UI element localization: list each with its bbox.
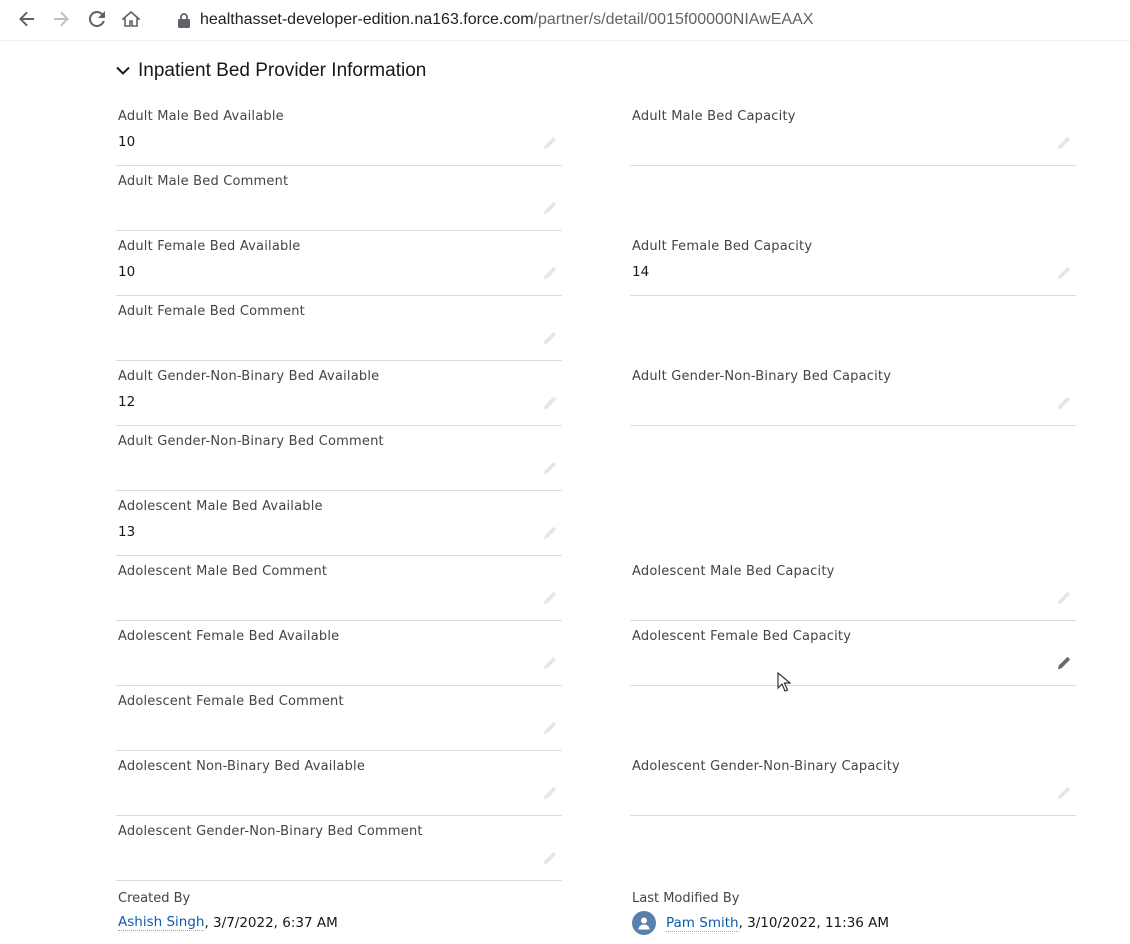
reload-icon xyxy=(89,11,105,27)
lock-icon xyxy=(178,12,190,28)
field-adult-male-capacity: Adult Male Bed Capacity xyxy=(630,109,1076,166)
section-title: Inpatient Bed Provider Information xyxy=(138,60,427,81)
field-label: Adolescent Female Bed Capacity xyxy=(632,629,852,644)
modified-by-user-link[interactable]: Pam Smith xyxy=(666,915,739,932)
field-adol-nb-available: Adolescent Non-Binary Bed Available xyxy=(116,759,562,816)
created-by-value: Ashish Singh , 3/7/2022, 6:37 AM xyxy=(118,914,338,931)
field-value: 10 xyxy=(118,264,136,280)
field-label: Adolescent Gender-Non-Binary Capacity xyxy=(632,759,900,774)
pencil-icon[interactable] xyxy=(542,655,558,671)
field-adult-female-comment: Adult Female Bed Comment xyxy=(116,304,562,361)
field-label: Adolescent Male Bed Comment xyxy=(118,564,328,579)
field-label: Adolescent Male Bed Available xyxy=(118,499,323,514)
pencil-icon[interactable] xyxy=(1056,395,1072,411)
field-label: Adult Male Bed Capacity xyxy=(632,109,796,124)
mouse-cursor-icon xyxy=(777,672,791,692)
field-adult-male-comment: Adult Male Bed Comment xyxy=(116,174,562,231)
field-adol-male-capacity: Adolescent Male Bed Capacity xyxy=(630,564,1076,621)
field-label: Adolescent Female Bed Comment xyxy=(118,694,344,709)
field-label: Adult Male Bed Available xyxy=(118,109,284,124)
created-by-label: Created By xyxy=(118,891,191,906)
modified-by-label: Last Modified By xyxy=(632,891,740,906)
field-adult-female-available: Adult Female Bed Available 10 xyxy=(116,239,562,296)
field-adult-gnb-capacity: Adult Gender-Non-Binary Bed Capacity xyxy=(630,369,1076,426)
url-host: healthasset-developer-edition.na163.forc… xyxy=(200,11,534,28)
home-icon xyxy=(122,11,140,27)
field-label: Adult Male Bed Comment xyxy=(118,174,289,189)
browser-toolbar: healthasset-developer-edition.na163.forc… xyxy=(0,0,1130,41)
pencil-icon[interactable] xyxy=(542,200,558,216)
field-adol-male-comment: Adolescent Male Bed Comment xyxy=(116,564,562,621)
chevron-down-icon xyxy=(116,66,130,76)
field-label: Adult Female Bed Comment xyxy=(118,304,305,319)
field-adol-female-capacity: Adolescent Female Bed Capacity xyxy=(630,629,1076,686)
pencil-icon[interactable] xyxy=(1056,135,1072,151)
pencil-icon[interactable] xyxy=(542,720,558,736)
field-adol-female-available: Adolescent Female Bed Available xyxy=(116,629,562,686)
arrow-left-icon xyxy=(19,11,34,27)
field-adult-male-available: Adult Male Bed Available 10 xyxy=(116,109,562,166)
pencil-icon[interactable] xyxy=(1056,265,1072,281)
pencil-icon[interactable] xyxy=(542,590,558,606)
field-adol-gnb-capacity: Adolescent Gender-Non-Binary Capacity xyxy=(630,759,1076,816)
pencil-icon[interactable] xyxy=(542,395,558,411)
address-bar[interactable]: healthasset-developer-edition.na163.forc… xyxy=(178,8,813,32)
pencil-icon[interactable] xyxy=(542,785,558,801)
field-adult-female-capacity: Adult Female Bed Capacity 14 xyxy=(630,239,1076,296)
arrow-right-icon xyxy=(54,11,69,27)
field-value: 10 xyxy=(118,134,136,150)
pencil-icon[interactable] xyxy=(1056,655,1072,671)
field-label: Adult Gender-Non-Binary Bed Comment xyxy=(118,434,384,449)
pencil-icon[interactable] xyxy=(542,265,558,281)
field-label: Adult Female Bed Capacity xyxy=(632,239,813,254)
field-label: Adolescent Non-Binary Bed Available xyxy=(118,759,366,774)
pencil-icon[interactable] xyxy=(542,135,558,151)
reload-button[interactable] xyxy=(86,6,108,32)
field-label: Adult Gender-Non-Binary Bed Capacity xyxy=(632,369,892,384)
created-by-date: , 3/7/2022, 6:37 AM xyxy=(204,914,338,931)
pencil-icon[interactable] xyxy=(1056,590,1072,606)
field-label: Adult Gender-Non-Binary Bed Available xyxy=(118,369,380,384)
field-adol-female-comment: Adolescent Female Bed Comment xyxy=(116,694,562,751)
field-label: Adolescent Female Bed Available xyxy=(118,629,340,644)
modified-by-value: Pam Smith, 3/10/2022, 11:36 AM xyxy=(632,911,889,935)
back-button[interactable] xyxy=(16,6,38,32)
field-label: Adolescent Male Bed Capacity xyxy=(632,564,835,579)
pencil-icon[interactable] xyxy=(542,460,558,476)
field-label: Adolescent Gender-Non-Binary Bed Comment xyxy=(118,824,423,839)
section-toggle[interactable]: Inpatient Bed Provider Information xyxy=(116,58,426,84)
modified-by-date: , 3/10/2022, 11:36 AM xyxy=(738,915,890,931)
field-adol-male-available: Adolescent Male Bed Available 13 xyxy=(116,499,562,556)
user-avatar-icon[interactable] xyxy=(632,911,656,935)
pencil-icon[interactable] xyxy=(542,330,558,346)
field-adult-gnb-available: Adult Gender-Non-Binary Bed Available 12 xyxy=(116,369,562,426)
field-adult-gnb-comment: Adult Gender-Non-Binary Bed Comment xyxy=(116,434,562,491)
pencil-icon[interactable] xyxy=(542,525,558,541)
created-by-user-link[interactable]: Ashish Singh xyxy=(118,914,205,931)
field-value: 13 xyxy=(118,524,136,540)
field-label: Adult Female Bed Available xyxy=(118,239,301,254)
field-value: 14 xyxy=(632,264,650,280)
pencil-icon[interactable] xyxy=(542,850,558,866)
forward-button[interactable] xyxy=(50,6,72,32)
home-button[interactable] xyxy=(120,6,142,32)
url-path: /partner/s/detail/0015f00000NIAwEAAX xyxy=(533,11,814,28)
field-adol-gnb-comment: Adolescent Gender-Non-Binary Bed Comment xyxy=(116,824,562,881)
field-value: 12 xyxy=(118,394,136,410)
pencil-icon[interactable] xyxy=(1056,785,1072,801)
